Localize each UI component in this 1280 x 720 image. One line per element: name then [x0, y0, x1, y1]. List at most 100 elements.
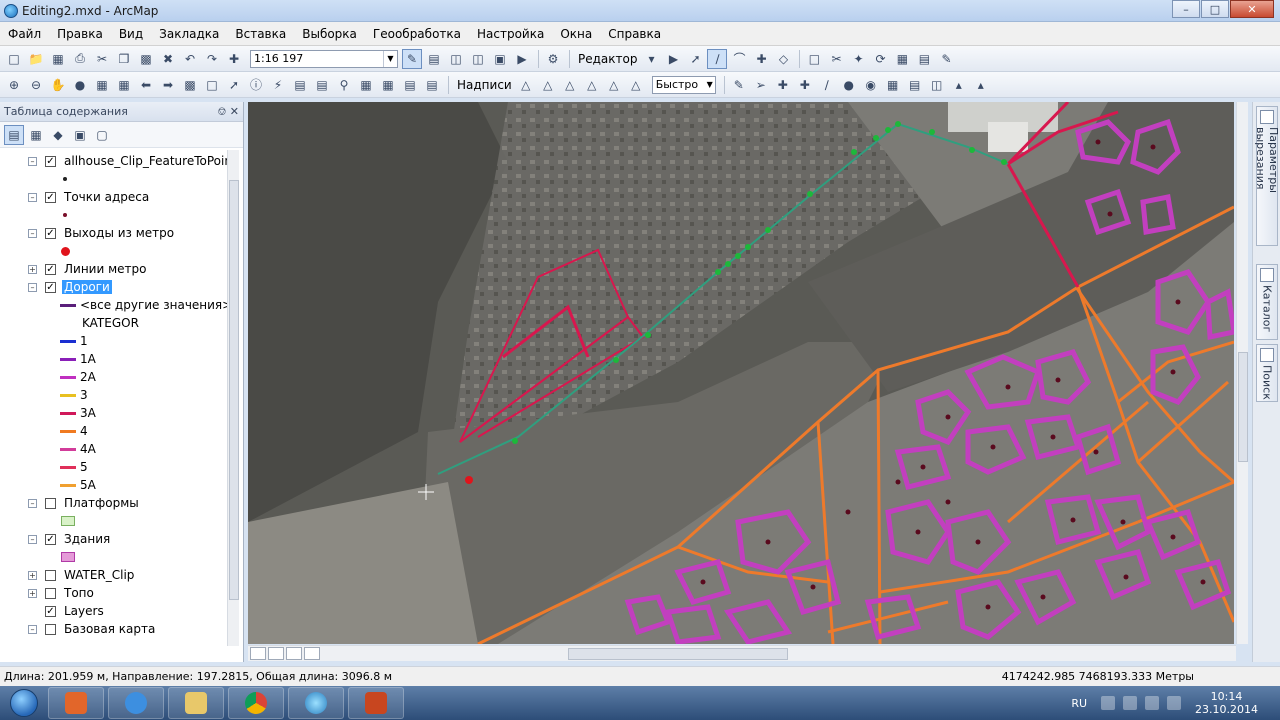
swipe-icon[interactable]: ▴	[971, 75, 991, 95]
paste-icon[interactable]: ▩	[136, 49, 156, 69]
snapping-icon[interactable]: ➢	[751, 75, 771, 95]
pan-hand-icon[interactable]: ✋	[48, 75, 68, 95]
layer-visibility-checkbox[interactable]: ✓	[45, 227, 56, 239]
arctoolbox-icon[interactable]: ▣	[490, 49, 510, 69]
construction-tools-icon[interactable]: ✚	[751, 49, 771, 69]
tray-arrow-icon[interactable]	[1101, 696, 1116, 710]
tab-catalog[interactable]: Каталог	[1256, 264, 1278, 340]
search-window-icon[interactable]: ◫	[468, 49, 488, 69]
tab-search[interactable]: Поиск	[1256, 344, 1278, 402]
end-snap-icon[interactable]: ∕	[817, 75, 837, 95]
taskbar-chrome[interactable]	[228, 687, 284, 719]
select-features-icon[interactable]: ▩	[180, 75, 200, 95]
view-unplaced-labels-icon[interactable]: △	[626, 75, 646, 95]
collapse-icon[interactable]: –	[28, 498, 37, 508]
print-icon[interactable]: ⎙	[70, 49, 90, 69]
list-by-selection-icon[interactable]: ▣	[70, 125, 90, 145]
expand-icon[interactable]: +	[28, 588, 37, 598]
cut-polygons-icon[interactable]: ✂	[826, 49, 846, 69]
edge-snap-icon[interactable]: ✚	[795, 75, 815, 95]
list-by-source-icon[interactable]: ▦	[26, 125, 46, 145]
find-route-icon[interactable]: ▦	[356, 75, 376, 95]
attributes-icon[interactable]: ▦	[892, 49, 912, 69]
menu-file[interactable]: Файл	[8, 27, 41, 41]
measure-icon[interactable]: ▤	[312, 75, 332, 95]
sketch-properties-icon[interactable]: ▤	[914, 49, 934, 69]
add-data-icon[interactable]: ✚	[224, 49, 244, 69]
expand-icon[interactable]: +	[28, 264, 37, 274]
maximize-button[interactable]: □	[1201, 0, 1229, 18]
collapse-icon[interactable]: –	[28, 156, 37, 166]
html-popup-icon[interactable]: ▤	[290, 75, 310, 95]
model-builder-icon[interactable]: ⚙	[543, 49, 563, 69]
collapse-icon[interactable]: –	[28, 192, 37, 202]
split-icon[interactable]: ✦	[848, 49, 868, 69]
forward-arrow-icon[interactable]: ➡	[158, 75, 178, 95]
menu-geoprocessing[interactable]: Геообработка	[373, 27, 461, 41]
lock-labels-icon[interactable]: △	[582, 75, 602, 95]
new-document-icon[interactable]: □	[4, 49, 24, 69]
menu-insert[interactable]: Вставка	[235, 27, 286, 41]
layer-visibility-checkbox[interactable]: ✓	[45, 281, 56, 293]
clear-selection-icon[interactable]: □	[202, 75, 222, 95]
collapse-icon[interactable]: –	[28, 624, 37, 634]
effects-icon[interactable]: ▴	[949, 75, 969, 95]
fixed-zoom-in-icon[interactable]: ▦	[92, 75, 112, 95]
menu-customize[interactable]: Настройка	[477, 27, 544, 41]
scroll-thumb[interactable]	[568, 648, 788, 660]
georef-icon[interactable]: ◉	[861, 75, 881, 95]
editor-toolbar-toggle-icon[interactable]: ✎	[402, 48, 422, 69]
layer-visibility-checkbox[interactable]: ✓	[45, 155, 56, 167]
layer-visibility-checkbox[interactable]: ✓	[45, 191, 56, 203]
rotate-icon[interactable]: ⟳	[870, 49, 890, 69]
layout-view-icon[interactable]	[268, 647, 284, 660]
layer-visibility-checkbox[interactable]	[45, 497, 56, 509]
taskbar-explorer[interactable]	[168, 687, 224, 719]
menu-edit[interactable]: Правка	[57, 27, 103, 41]
map-horizontal-scrollbar[interactable]	[248, 645, 1236, 661]
collapse-icon[interactable]: –	[28, 228, 37, 238]
toc-options-icon[interactable]: ▢	[92, 125, 112, 145]
zoom-in-icon[interactable]: ⊕	[4, 75, 24, 95]
undo-icon[interactable]: ↶	[180, 49, 200, 69]
save-icon[interactable]: ▦	[48, 49, 68, 69]
list-by-drawing-order-icon[interactable]: ▤	[4, 124, 24, 145]
endpoint-arc-icon[interactable]: ⌒	[729, 49, 749, 69]
layer-visibility-checkbox[interactable]: ✓	[45, 533, 56, 545]
expand-icon[interactable]: +	[28, 570, 37, 580]
flag-icon[interactable]	[1145, 696, 1160, 710]
toc-scrollbar[interactable]	[227, 150, 239, 646]
tab-clip-parameters[interactable]: Параметры вырезания	[1254, 106, 1280, 246]
cut-icon[interactable]: ✂	[92, 49, 112, 69]
map-display[interactable]	[248, 102, 1234, 644]
find-icon[interactable]: ⚲	[334, 75, 354, 95]
map-scale-combobox[interactable]: 1:16 197 ▼	[250, 49, 398, 68]
delete-icon[interactable]: ✖	[158, 49, 178, 69]
chevron-down-icon[interactable]: ▼	[707, 80, 715, 89]
topology-edit-icon[interactable]: ✎	[729, 75, 749, 95]
intersection-snap-icon[interactable]: ●	[839, 75, 859, 95]
map-canvas[interactable]	[248, 102, 1234, 644]
start-button[interactable]	[0, 686, 48, 720]
menu-bookmarks[interactable]: Закладка	[159, 27, 219, 41]
chevron-down-icon[interactable]: ▾	[641, 49, 661, 69]
scroll-thumb[interactable]	[1238, 352, 1248, 462]
collapse-icon[interactable]: –	[28, 534, 37, 544]
table-icon[interactable]: ▤	[905, 75, 925, 95]
layer-visibility-checkbox[interactable]	[45, 623, 56, 635]
collapse-icon[interactable]: –	[28, 282, 37, 292]
fixed-zoom-out-icon[interactable]: ▦	[114, 75, 134, 95]
data-view-icon[interactable]	[250, 647, 266, 660]
taskbar-internet-explorer[interactable]	[108, 687, 164, 719]
pause-labeling-icon[interactable]: △	[604, 75, 624, 95]
full-extent-icon[interactable]: ●	[70, 75, 90, 95]
arcmap-app-icon[interactable]	[4, 3, 18, 18]
menu-help[interactable]: Справка	[608, 27, 661, 41]
identify-icon[interactable]: ⓘ	[246, 75, 266, 95]
layer-visibility-checkbox[interactable]	[45, 587, 56, 599]
close-button[interactable]: ✕	[1230, 0, 1274, 18]
open-folder-icon[interactable]: 📁	[26, 49, 46, 69]
python-window-icon[interactable]: ▶	[512, 49, 532, 69]
selected-layer-name[interactable]: Дороги	[62, 280, 112, 294]
scroll-thumb[interactable]	[229, 180, 239, 600]
